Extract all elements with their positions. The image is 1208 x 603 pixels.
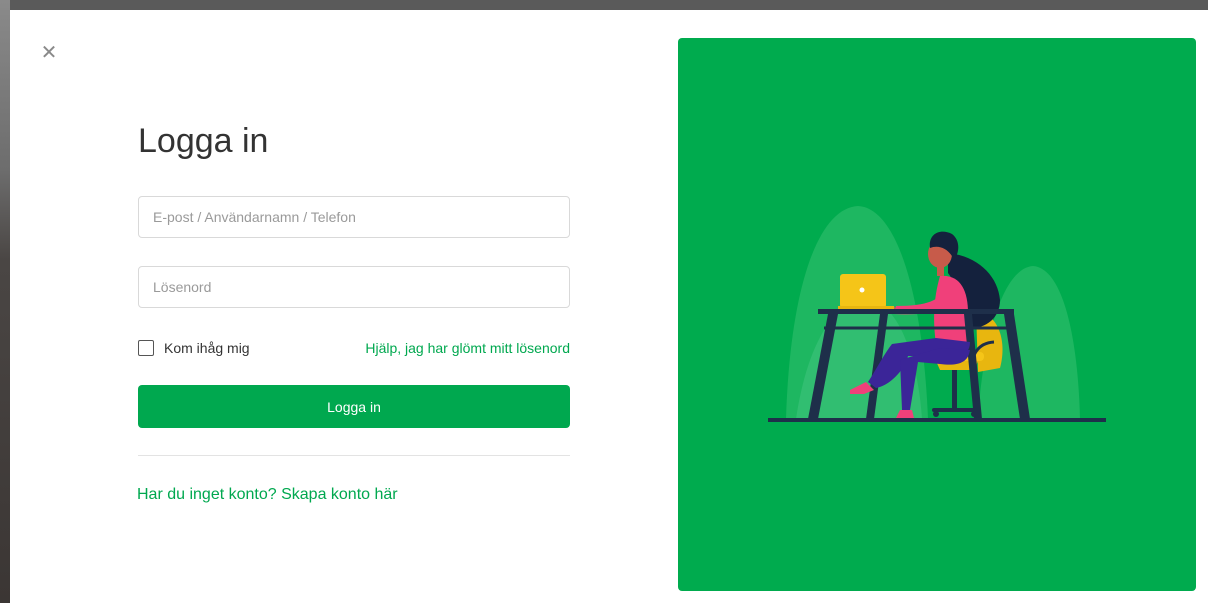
remember-me[interactable]: Kom ihåg mig bbox=[138, 338, 250, 358]
divider bbox=[138, 455, 570, 456]
illustration-panel bbox=[678, 38, 1196, 591]
page-title: Logga in bbox=[138, 122, 269, 160]
woman-working-illustration bbox=[768, 206, 1106, 422]
floor-line bbox=[768, 418, 1106, 422]
forgot-password-link[interactable]: Hjälp, jag har glömt mitt lösenord bbox=[365, 340, 570, 356]
password-field[interactable] bbox=[138, 266, 570, 308]
laptop bbox=[838, 274, 894, 310]
login-button[interactable]: Logga in bbox=[138, 385, 570, 428]
email-field[interactable] bbox=[138, 196, 570, 238]
page-backdrop-left bbox=[0, 0, 10, 603]
signup-link[interactable]: Har du inget konto? Skapa konto här bbox=[137, 486, 398, 504]
remember-me-checkbox[interactable] bbox=[138, 340, 154, 356]
login-modal: ✕ Logga in Kom ihåg mig Hjälp, jag har g… bbox=[10, 10, 1208, 603]
close-icon[interactable]: ✕ bbox=[38, 42, 60, 64]
remember-me-label: Kom ihåg mig bbox=[164, 340, 250, 356]
page-backdrop-top bbox=[0, 0, 1208, 10]
